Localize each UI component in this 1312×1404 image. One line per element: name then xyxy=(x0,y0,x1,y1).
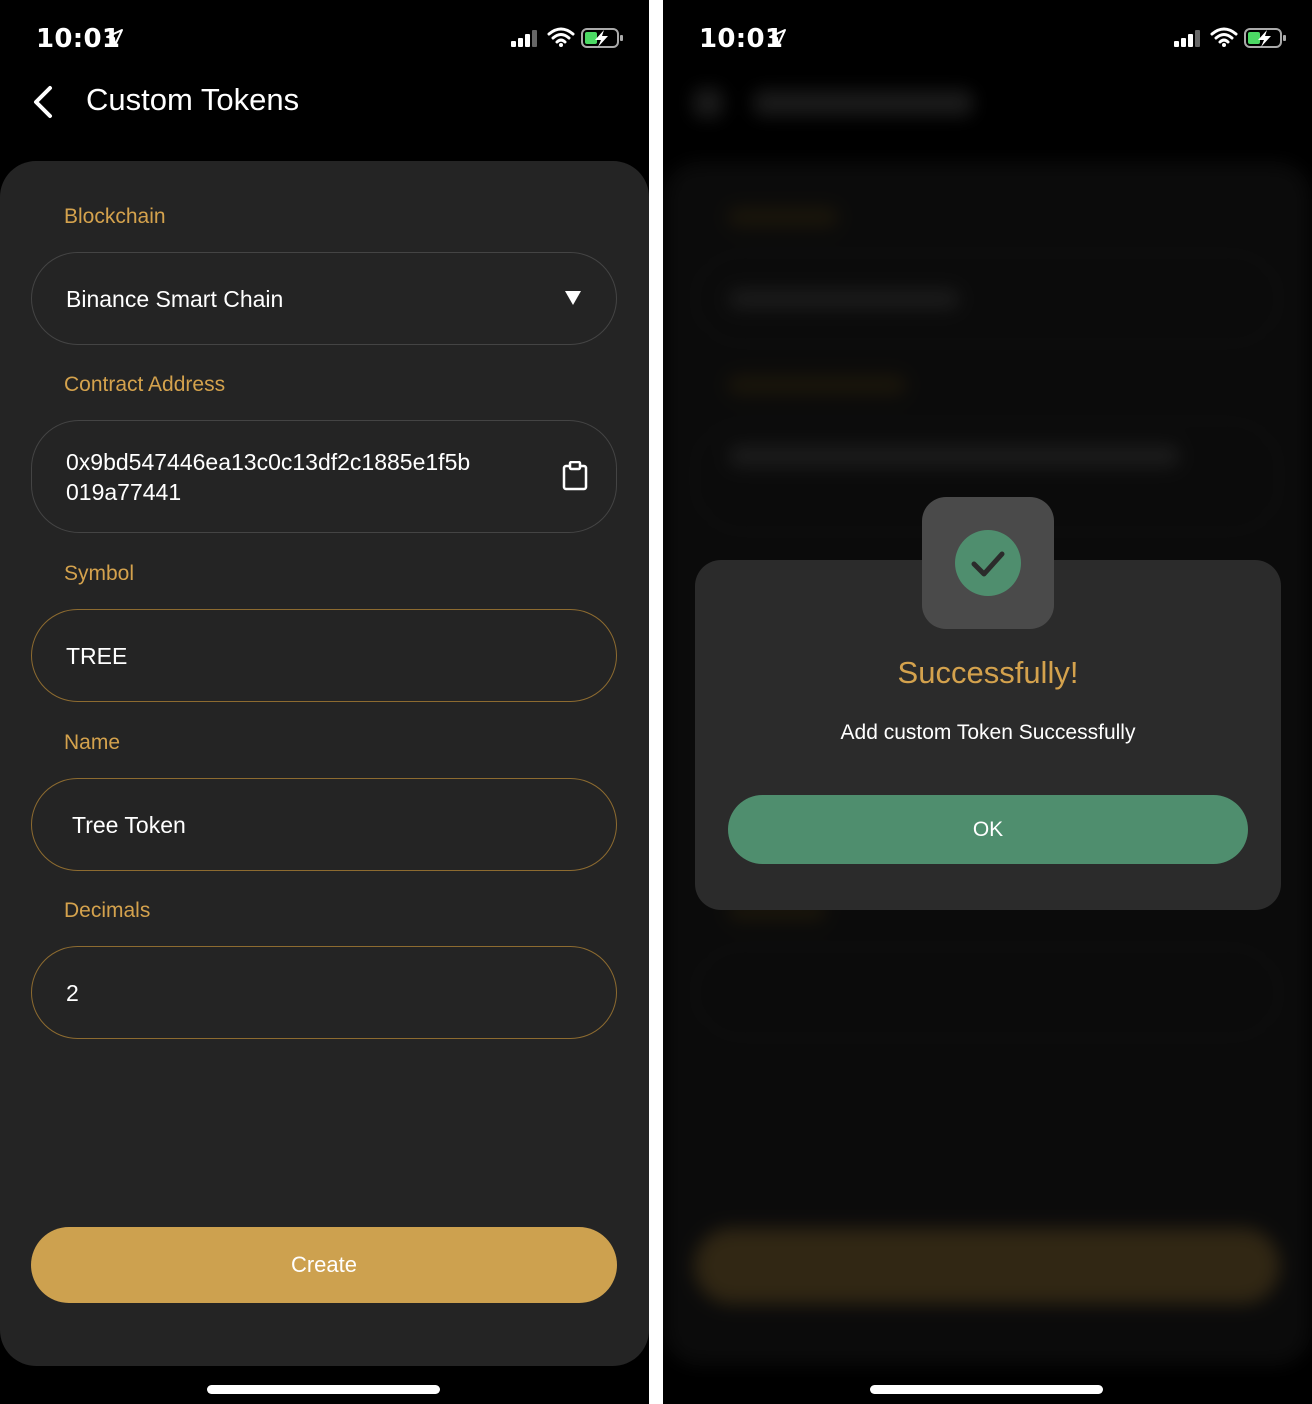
home-indicator xyxy=(870,1385,1103,1394)
decimals-input[interactable]: 2 xyxy=(31,946,617,1039)
signal-icon xyxy=(1174,30,1200,47)
clipboard-icon[interactable] xyxy=(562,461,588,491)
ok-button[interactable]: OK xyxy=(728,795,1248,864)
contract-address-input[interactable]: 0x9bd547446ea13c0c13df2c1885e1f5b 019a77… xyxy=(31,420,617,533)
battery-charging-icon xyxy=(1244,28,1286,48)
symbol-input[interactable]: TREE xyxy=(31,609,617,702)
decimals-label: Decimals xyxy=(64,899,151,922)
blockchain-value: Binance Smart Chain xyxy=(66,285,284,312)
status-bar: 10:01 xyxy=(663,0,1312,76)
battery-charging-icon xyxy=(581,28,623,48)
custom-tokens-screen: 10:01 Custom Tokens Blockchain Binance S… xyxy=(0,0,649,1404)
token-form-card: Blockchain Binance Smart Chain Contract … xyxy=(0,161,649,1366)
decimals-value: 2 xyxy=(66,979,79,1006)
dialog-message: Add custom Token Successfully xyxy=(840,721,1136,744)
nav-bar: Custom Tokens xyxy=(0,76,649,162)
back-chevron-icon[interactable] xyxy=(28,82,60,122)
name-value: Tree Token xyxy=(72,811,186,838)
blockchain-label: Blockchain xyxy=(64,205,166,228)
page-title: Custom Tokens xyxy=(86,82,300,117)
success-badge xyxy=(922,497,1054,629)
symbol-label: Symbol xyxy=(64,562,135,585)
home-indicator xyxy=(207,1385,440,1394)
location-arrow-icon xyxy=(769,29,786,46)
symbol-value: TREE xyxy=(66,642,128,669)
contract-address-line-1: 0x9bd547446ea13c0c13df2c1885e1f5b xyxy=(66,448,471,475)
blockchain-select[interactable]: Binance Smart Chain xyxy=(31,252,617,345)
wifi-icon xyxy=(547,27,575,47)
name-label: Name xyxy=(64,731,121,754)
location-arrow-icon xyxy=(106,29,123,46)
signal-icon xyxy=(511,30,537,47)
create-button[interactable]: Create xyxy=(31,1227,617,1303)
dialog-title: Successfully! xyxy=(897,655,1079,690)
status-bar: 10:01 xyxy=(0,0,649,76)
wifi-icon xyxy=(1210,27,1238,47)
check-circle-icon xyxy=(955,530,1021,596)
success-dialog-screen: 10:01 Successfully! Add custom Token Suc… xyxy=(663,0,1312,1404)
name-input[interactable]: Tree Token xyxy=(31,778,617,871)
dropdown-triangle-icon xyxy=(565,291,581,305)
contract-address-line-2: 019a77441 xyxy=(66,478,182,505)
contract-address-value: 0x9bd547446ea13c0c13df2c1885e1f5b 019a77… xyxy=(32,447,470,507)
contract-address-label: Contract Address xyxy=(64,373,226,396)
